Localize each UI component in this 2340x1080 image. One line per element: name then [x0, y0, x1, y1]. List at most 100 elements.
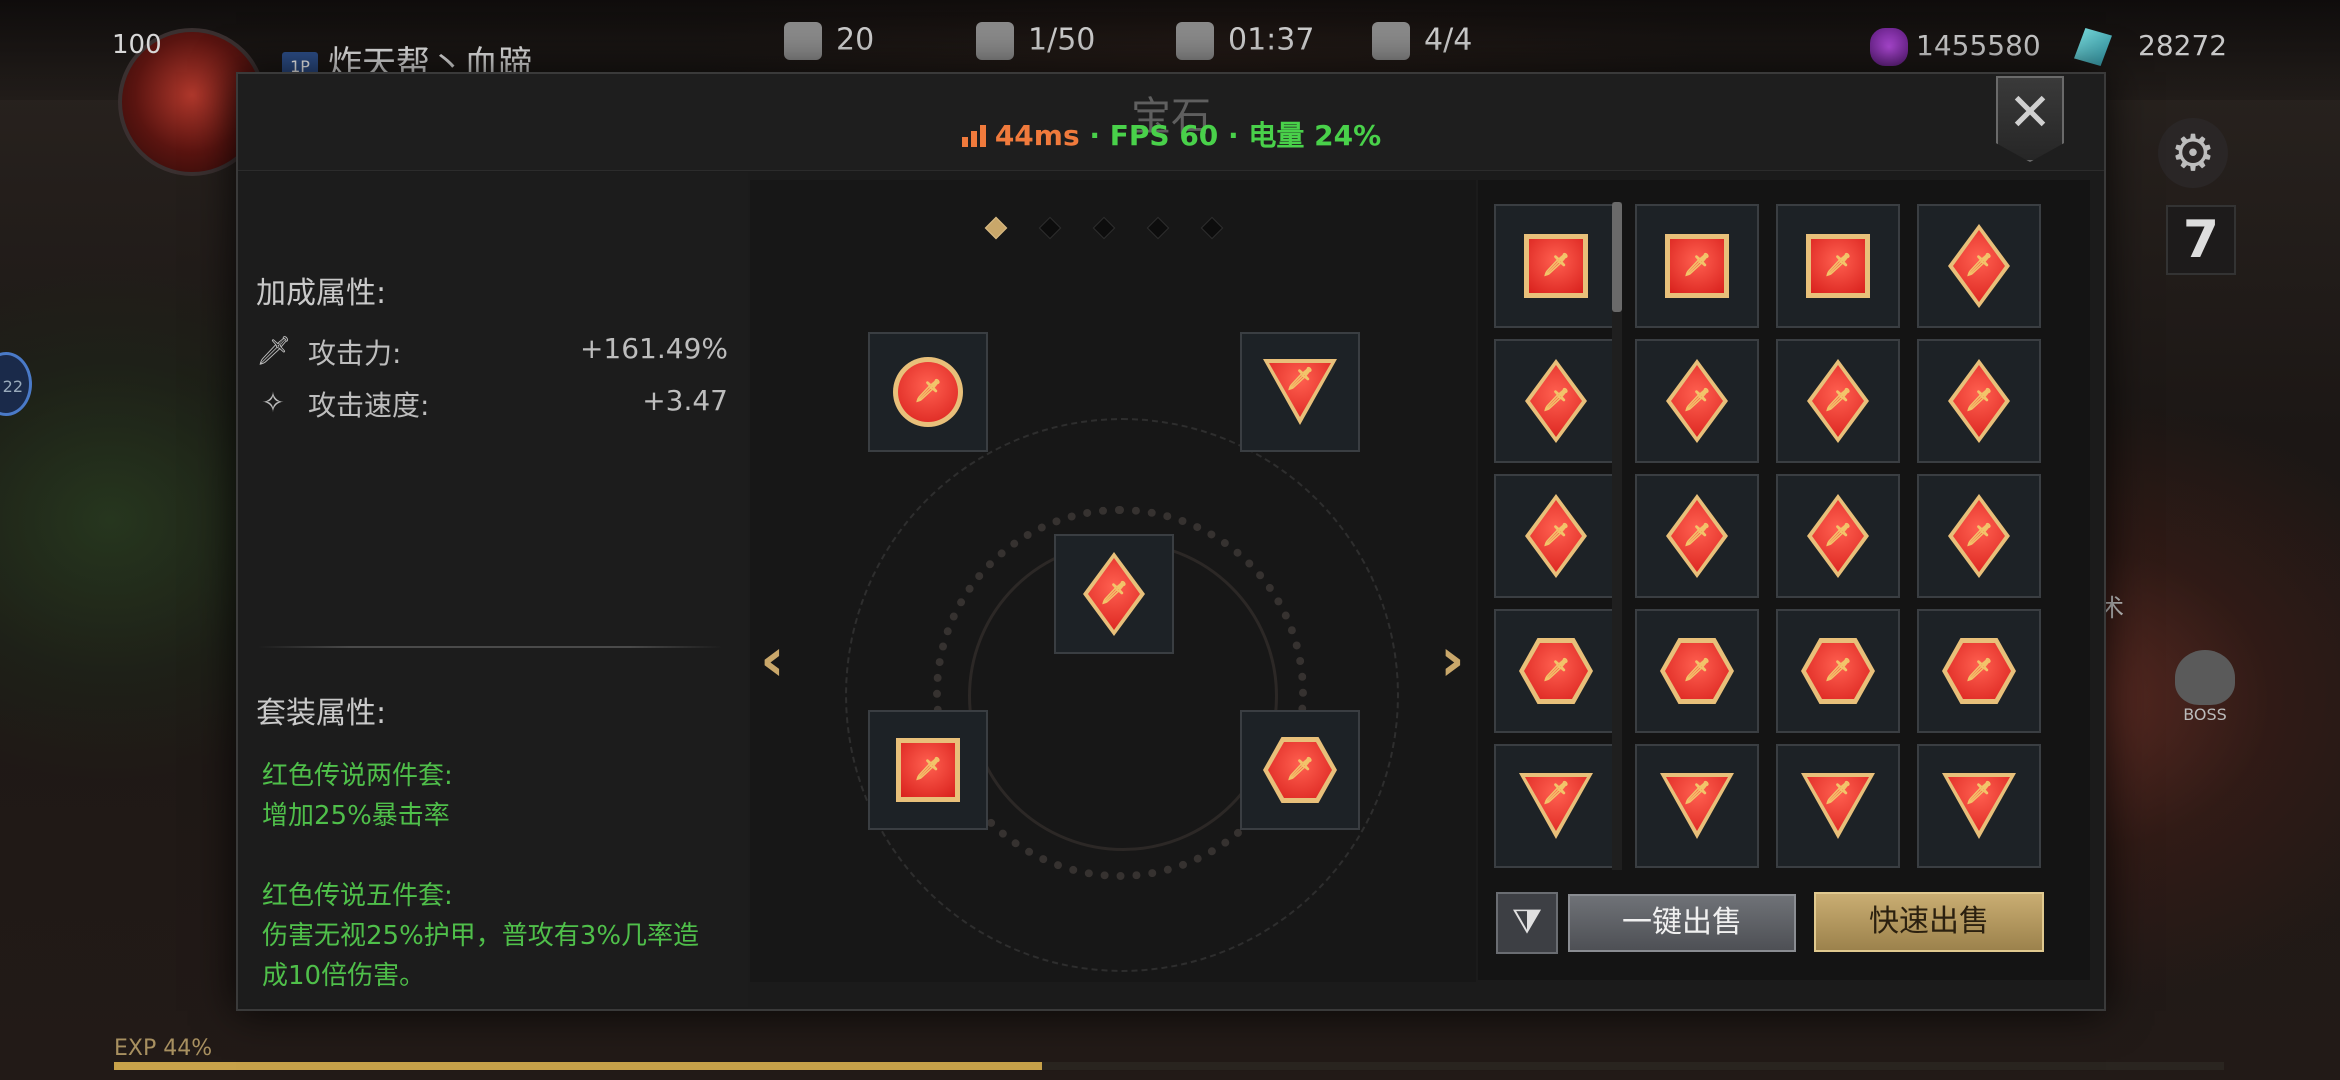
red-triangle-gem-icon: 🗡: [1519, 773, 1593, 839]
page-dot[interactable]: [1038, 216, 1062, 240]
red-hexagon-gem-icon: 🗡: [1660, 638, 1734, 704]
inventory-gem-slot[interactable]: 🗡: [1494, 339, 1618, 463]
inventory-gem-slot[interactable]: 🗡: [1917, 204, 2041, 328]
inventory-gem-slot[interactable]: 🗡: [1494, 609, 1618, 733]
currency-purple[interactable]: 1455580: [1870, 28, 2041, 66]
section-divider: [258, 646, 722, 648]
winged-sword-icon: ✧: [261, 386, 285, 419]
stat-attack-speed-value: +3.47: [642, 384, 728, 417]
red-hexagon-gem-icon: 🗡: [1519, 638, 1593, 704]
socket-slot-center[interactable]: 🗡: [1054, 534, 1174, 654]
red-diamond-gem-icon: 🗡: [1525, 359, 1587, 443]
prev-page-arrow[interactable]: ‹: [760, 625, 785, 695]
ping-value: 44ms: [994, 119, 1080, 152]
set-bonus-title: 套装属性:: [256, 696, 387, 731]
red-hexagon-gem-icon: 🗡: [1801, 638, 1875, 704]
fps-battery-value: · FPS 60 · 电量 24%: [1079, 119, 1382, 152]
player-level: 100: [112, 30, 162, 60]
sword-emblem-icon: 🗡: [914, 757, 942, 782]
inventory-gem-slot[interactable]: 🗡: [1635, 204, 1759, 328]
red-diamond-gem-icon: 🗡: [1807, 494, 1869, 578]
sword-emblem-icon: 🗡: [1683, 523, 1711, 548]
sword-emblem-icon: 🗡: [1542, 388, 1570, 413]
sword-emblem-icon: 🗡: [1542, 781, 1570, 806]
exp-bar: [114, 1062, 2224, 1070]
inventory-gem-slot[interactable]: 🗡: [1635, 339, 1759, 463]
filter-button[interactable]: ⧩: [1496, 892, 1558, 954]
sword-icon: 🗡: [256, 334, 292, 367]
socket-slot-top-left[interactable]: 🗡: [868, 332, 988, 452]
heart-icon: [976, 22, 1014, 60]
inventory-gem-slot[interactable]: 🗡: [1776, 204, 1900, 328]
inventory-gem-slot[interactable]: 🗡: [1635, 474, 1759, 598]
page-dot[interactable]: [984, 216, 1008, 240]
stat-attack-speed-name: 攻击速度:: [308, 389, 430, 422]
page-dot[interactable]: [1146, 216, 1170, 240]
stat-attack-speed: ✧ 攻击速度: +3.47: [256, 384, 728, 424]
sword-emblem-icon: 🗡: [1824, 523, 1852, 548]
sword-emblem-icon: 🗡: [1824, 253, 1852, 278]
boss-button[interactable]: BOSS: [2170, 650, 2240, 730]
red-diamond-gem-icon: 🗡: [1666, 359, 1728, 443]
hud-stat-timer: 01:37: [1176, 22, 1314, 60]
sword-emblem-icon: 🗡: [1100, 581, 1128, 606]
settings-gear-icon[interactable]: ⚙: [2158, 118, 2228, 188]
red-square-gem-icon: 🗡: [896, 738, 960, 802]
set-two-piece-name: 红色传说两件套:: [262, 761, 453, 791]
inventory-scrollbar[interactable]: [1612, 202, 1622, 312]
stat-attack-value: +161.49%: [579, 332, 728, 365]
hud-stat-demon: 4/4: [1372, 22, 1472, 60]
inventory-grid[interactable]: 🗡 🗡 🗡 🗡 🗡 🗡 🗡 🗡 🗡 🗡 🗡 🗡 🗡 🗡 🗡 🗡 🗡 🗡 🗡 🗡: [1494, 204, 2054, 872]
inventory-gem-slot[interactable]: 🗡: [1917, 609, 2041, 733]
exp-bar-fill: [114, 1062, 1043, 1070]
sword-emblem-icon: 🗡: [1286, 757, 1314, 782]
red-diamond-gem-icon: 🗡: [1948, 359, 2010, 443]
currency-teal[interactable]: 28272: [2074, 28, 2227, 66]
stat-attack-name: 攻击力:: [308, 337, 402, 370]
inventory-gem-slot[interactable]: 🗡: [1776, 744, 1900, 868]
sell-all-button[interactable]: 一键出售: [1568, 894, 1796, 952]
sword-emblem-icon: 🗡: [1965, 523, 1993, 548]
inventory-gem-slot[interactable]: 🗡: [1776, 339, 1900, 463]
sword-emblem-icon: 🗡: [1542, 523, 1570, 548]
red-diamond-gem-icon: 🗡: [1948, 224, 2010, 308]
side-counter[interactable]: 7: [2166, 205, 2236, 275]
page-dot[interactable]: [1092, 216, 1116, 240]
signal-bars-icon: [961, 125, 986, 147]
inventory-gem-slot[interactable]: 🗡: [1917, 339, 2041, 463]
red-diamond-gem-icon: 🗡: [1083, 552, 1145, 636]
boss-skull-icon: [2175, 650, 2235, 705]
red-square-gem-icon: 🗡: [1524, 234, 1588, 298]
next-page-arrow[interactable]: ›: [1440, 625, 1465, 695]
sword-emblem-icon: 🗡: [914, 379, 942, 404]
inventory-gem-slot[interactable]: 🗡: [1635, 609, 1759, 733]
bonus-title: 加成属性:: [256, 276, 387, 311]
inventory-gem-slot[interactable]: 🗡: [1635, 744, 1759, 868]
sword-emblem-icon: 🗡: [1824, 388, 1852, 413]
inventory-gem-slot[interactable]: 🗡: [1494, 744, 1618, 868]
sword-emblem-icon: 🗡: [1965, 253, 1993, 278]
quick-sell-button[interactable]: 快速出售: [1814, 892, 2044, 952]
inventory-gem-slot[interactable]: 🗡: [1917, 474, 2041, 598]
socket-slot-top-right[interactable]: 🗡: [1240, 332, 1360, 452]
red-hexagon-gem-icon: 🗡: [1942, 638, 2016, 704]
socket-slot-bottom-left[interactable]: 🗡: [868, 710, 988, 830]
inventory-gem-slot[interactable]: 🗡: [1776, 474, 1900, 598]
red-diamond-gem-icon: 🗡: [1807, 359, 1869, 443]
page-indicator: [984, 214, 1248, 240]
inventory-gem-slot[interactable]: 🗡: [1776, 609, 1900, 733]
inventory-gem-slot[interactable]: 🗡: [1917, 744, 2041, 868]
sword-emblem-icon: 🗡: [1824, 781, 1852, 806]
attribute-panel: 加成属性: 🗡 攻击力: +161.49% ✧ 攻击速度: +3.47 套装属性…: [238, 172, 748, 1007]
socket-slot-bottom-right[interactable]: 🗡: [1240, 710, 1360, 830]
sword-emblem-icon: 🗡: [1286, 367, 1314, 392]
red-triangle-gem-icon: 🗡: [1942, 773, 2016, 839]
inventory-gem-slot[interactable]: 🗡: [1494, 204, 1618, 328]
boss-label: BOSS: [2183, 705, 2227, 724]
inventory-gem-slot[interactable]: 🗡: [1494, 474, 1618, 598]
sword-emblem-icon: 🗡: [1683, 658, 1711, 683]
page-dot[interactable]: [1200, 216, 1224, 240]
red-square-gem-icon: 🗡: [1665, 234, 1729, 298]
red-triangle-gem-icon: 🗡: [1660, 773, 1734, 839]
exp-label: EXP 44%: [114, 1036, 213, 1061]
